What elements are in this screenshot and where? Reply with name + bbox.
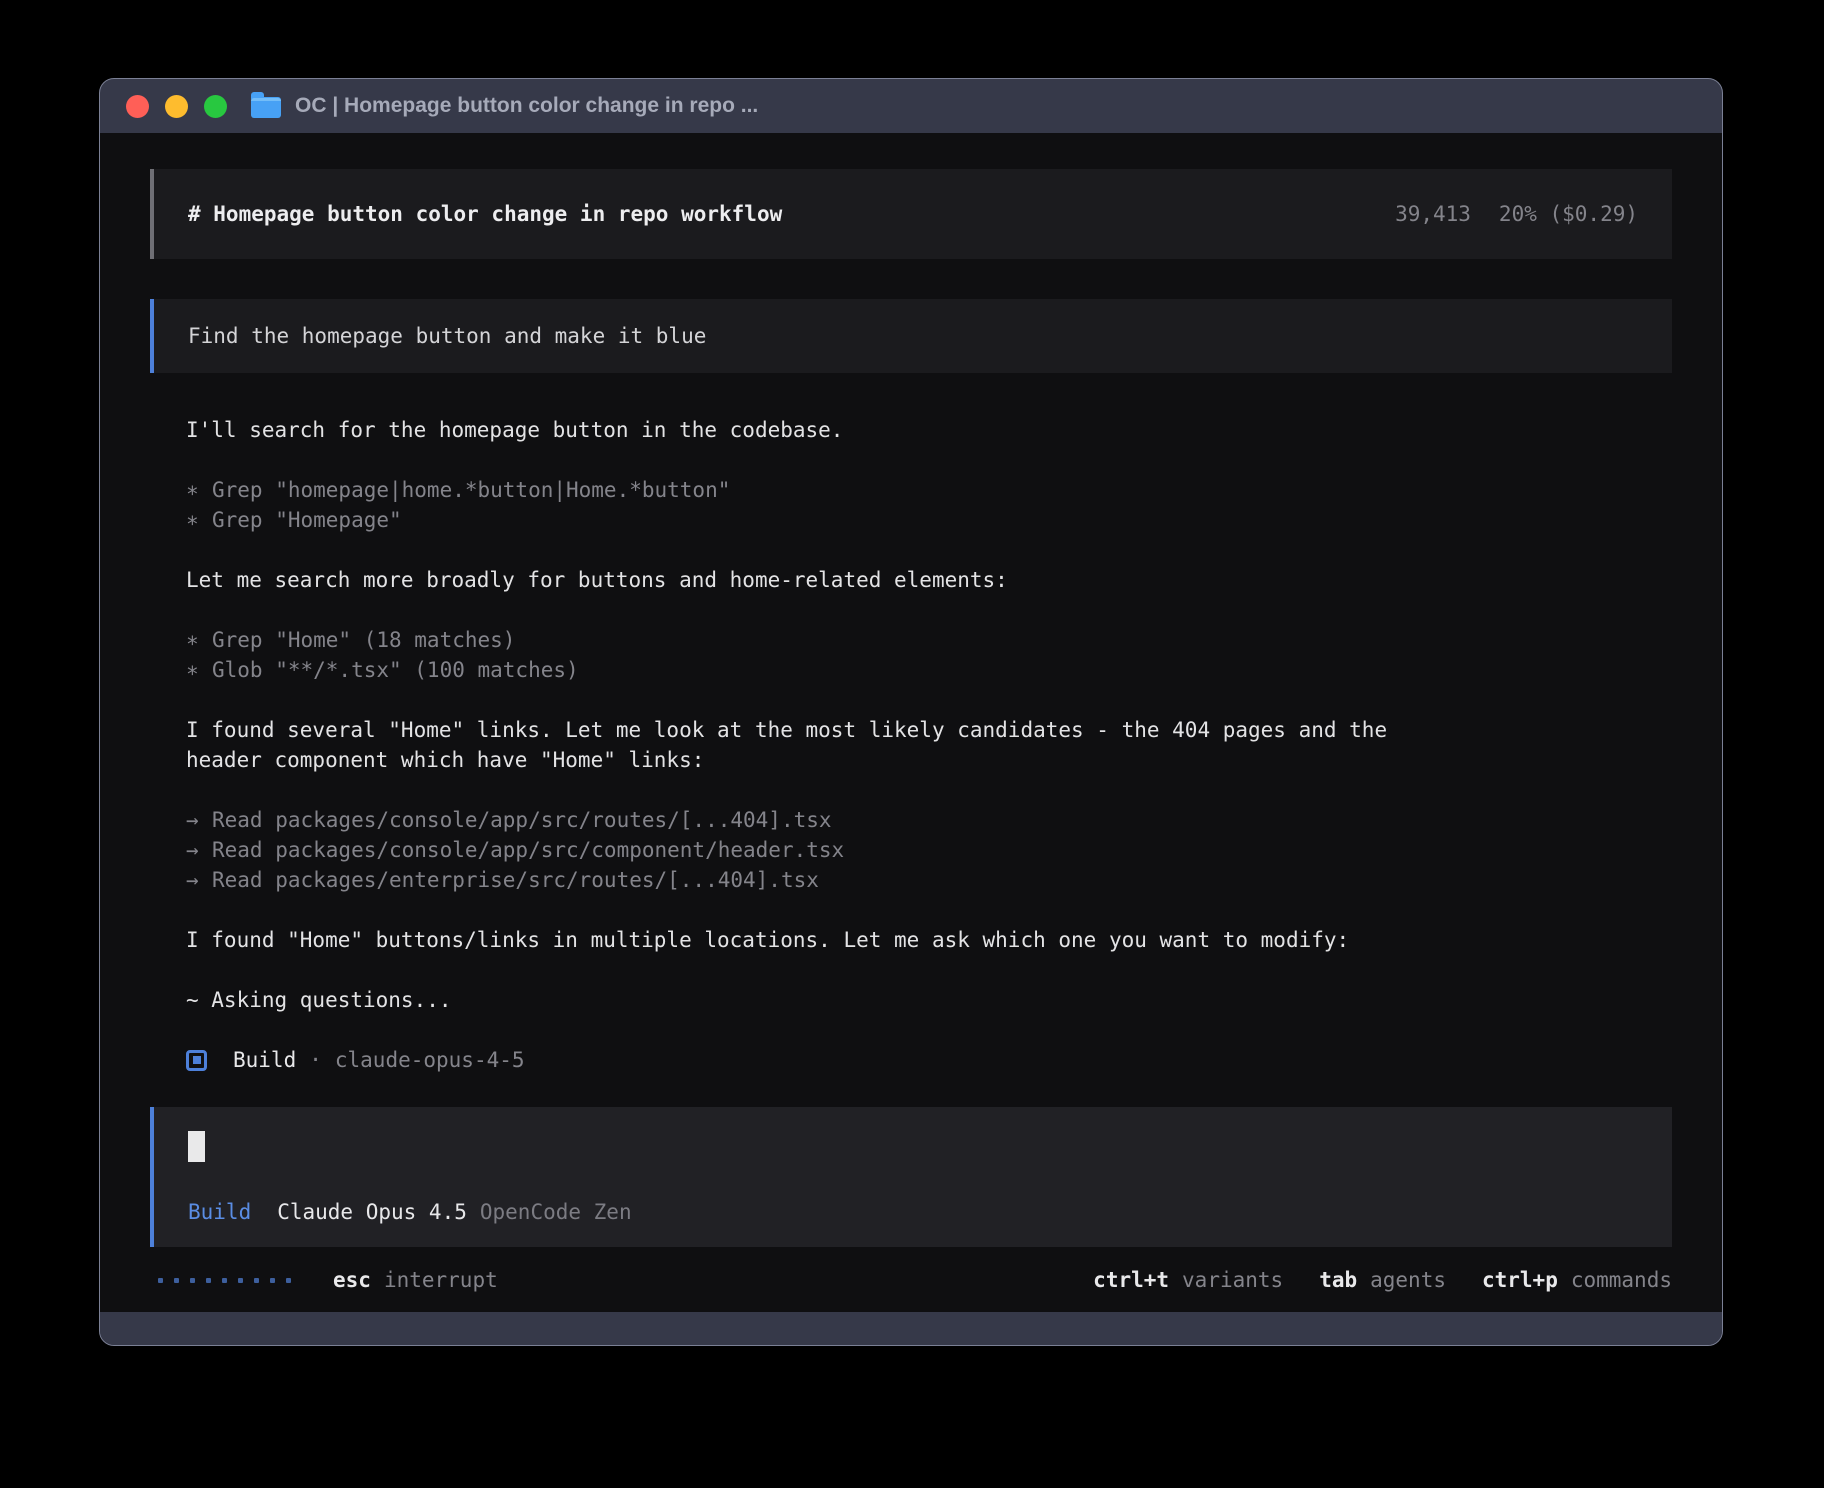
tool-call-text: Grep "homepage|home.*button|Home.*button… [212, 478, 730, 502]
working-status-text: ~ Asking questions... [186, 985, 1672, 1015]
tool-call-group: ∗Grep "Home" (18 matches) ∗Glob "**/*.ts… [186, 625, 1672, 685]
tool-call-text: Glob "**/*.tsx" (100 matches) [212, 658, 579, 682]
hint-key: ctrl+p [1482, 1265, 1558, 1295]
context-cost: 20% ($0.29) [1499, 199, 1638, 229]
user-message-text: Find the homepage button and make it blu… [188, 321, 706, 351]
dot-separator: · [309, 1045, 322, 1075]
read-tool-call: →Read packages/enterprise/src/routes/[..… [186, 865, 1672, 895]
traffic-lights [126, 95, 227, 118]
tool-call-group: ∗Grep "homepage|home.*button|Home.*butto… [186, 475, 1672, 535]
text-cursor [188, 1131, 205, 1162]
input-meta: Build Claude Opus 4.5 OpenCode Zen [188, 1197, 1638, 1227]
prompt-input[interactable]: Build Claude Opus 4.5 OpenCode Zen [150, 1107, 1672, 1247]
minimize-button[interactable] [165, 95, 188, 118]
hint-key: ctrl+t [1093, 1265, 1169, 1295]
tool-call-group: →Read packages/console/app/src/routes/[.… [186, 805, 1672, 895]
titlebar[interactable]: OC | Homepage button color change in rep… [100, 79, 1722, 133]
agent-name: Build [233, 1045, 296, 1075]
user-message: Find the homepage button and make it blu… [150, 299, 1672, 373]
window-bottom-strip [100, 1312, 1722, 1345]
provider-name: OpenCode Zen [480, 1197, 632, 1227]
read-tool-call: →Read packages/console/app/src/component… [186, 835, 1672, 865]
arrow-right-icon: → [186, 805, 212, 835]
hint-label: agents [1370, 1265, 1446, 1295]
arrow-right-icon: → [186, 835, 212, 865]
assistant-text: I'll search for the homepage button in t… [186, 415, 1672, 445]
terminal-body: # Homepage button color change in repo w… [100, 133, 1722, 1312]
window-title: OC | Homepage button color change in rep… [295, 94, 758, 118]
tool-call: ∗Grep "Homepage" [186, 505, 1672, 535]
tool-bullet-icon: ∗ [186, 655, 212, 685]
assistant-text: I found "Home" buttons/links in multiple… [186, 925, 1672, 955]
hint-agents: tab agents [1319, 1265, 1446, 1295]
hint-label: variants [1182, 1265, 1283, 1295]
assistant-paragraph: I found several "Home" links. Let me loo… [186, 715, 1672, 775]
assistant-paragraph: I'll search for the homepage button in t… [186, 415, 1672, 445]
hint-key: tab [1319, 1265, 1357, 1295]
tool-call-text: Grep "Homepage" [212, 508, 402, 532]
tool-bullet-icon: ∗ [186, 475, 212, 505]
arrow-right-icon: → [186, 865, 212, 895]
assistant-paragraph: Let me search more broadly for buttons a… [186, 565, 1672, 595]
status-bar-right: ctrl+t variants tab agents ctrl+p comman… [1093, 1265, 1672, 1295]
hint-interrupt: esc interrupt [333, 1265, 498, 1295]
tool-bullet-icon: ∗ [186, 505, 212, 535]
tool-bullet-icon: ∗ [186, 625, 212, 655]
hint-commands: ctrl+p commands [1482, 1265, 1672, 1295]
hint-label: commands [1571, 1265, 1672, 1295]
tool-call: ∗Grep "homepage|home.*button|Home.*butto… [186, 475, 1672, 505]
hint-key: esc [333, 1265, 371, 1295]
assistant-text: I found several "Home" links. Let me loo… [186, 715, 1672, 745]
tool-call-text: Read packages/console/app/src/routes/[..… [212, 808, 832, 832]
session-title: # Homepage button color change in repo w… [188, 199, 782, 229]
status-bar: esc interrupt ctrl+t variants tab agents… [150, 1248, 1672, 1312]
token-count: 39,413 [1395, 199, 1471, 229]
agent-status-line: Build · claude-opus-4-5 [186, 1045, 1672, 1075]
working-status: ~ Asking questions... [186, 985, 1672, 1015]
agent-square-icon [186, 1050, 207, 1071]
conversation: I'll search for the homepage button in t… [150, 373, 1672, 1075]
read-tool-call: →Read packages/console/app/src/routes/[.… [186, 805, 1672, 835]
mode-selector[interactable]: Build [188, 1197, 251, 1227]
hint-label: interrupt [384, 1265, 498, 1295]
tool-call-text: Grep "Home" (18 matches) [212, 628, 515, 652]
hint-variants: ctrl+t variants [1093, 1265, 1283, 1295]
zoom-button[interactable] [204, 95, 227, 118]
agent-model: claude-opus-4-5 [335, 1045, 525, 1075]
folder-icon [251, 97, 281, 118]
assistant-paragraph: I found "Home" buttons/links in multiple… [186, 925, 1672, 955]
tool-call: ∗Glob "**/*.tsx" (100 matches) [186, 655, 1672, 685]
model-name[interactable]: Claude Opus 4.5 [277, 1197, 467, 1227]
session-header: # Homepage button color change in repo w… [150, 169, 1672, 259]
assistant-text: Let me search more broadly for buttons a… [186, 565, 1672, 595]
tool-call: ∗Grep "Home" (18 matches) [186, 625, 1672, 655]
tool-call-text: Read packages/enterprise/src/routes/[...… [212, 868, 819, 892]
tool-call-text: Read packages/console/app/src/component/… [212, 838, 844, 862]
spinner-dots-icon [158, 1278, 291, 1283]
close-button[interactable] [126, 95, 149, 118]
session-stats: 39,413 20% ($0.29) [1395, 199, 1638, 229]
window-title-group: OC | Homepage button color change in rep… [251, 94, 758, 118]
terminal-window: OC | Homepage button color change in rep… [99, 78, 1723, 1346]
assistant-text: header component which have "Home" links… [186, 745, 1672, 775]
